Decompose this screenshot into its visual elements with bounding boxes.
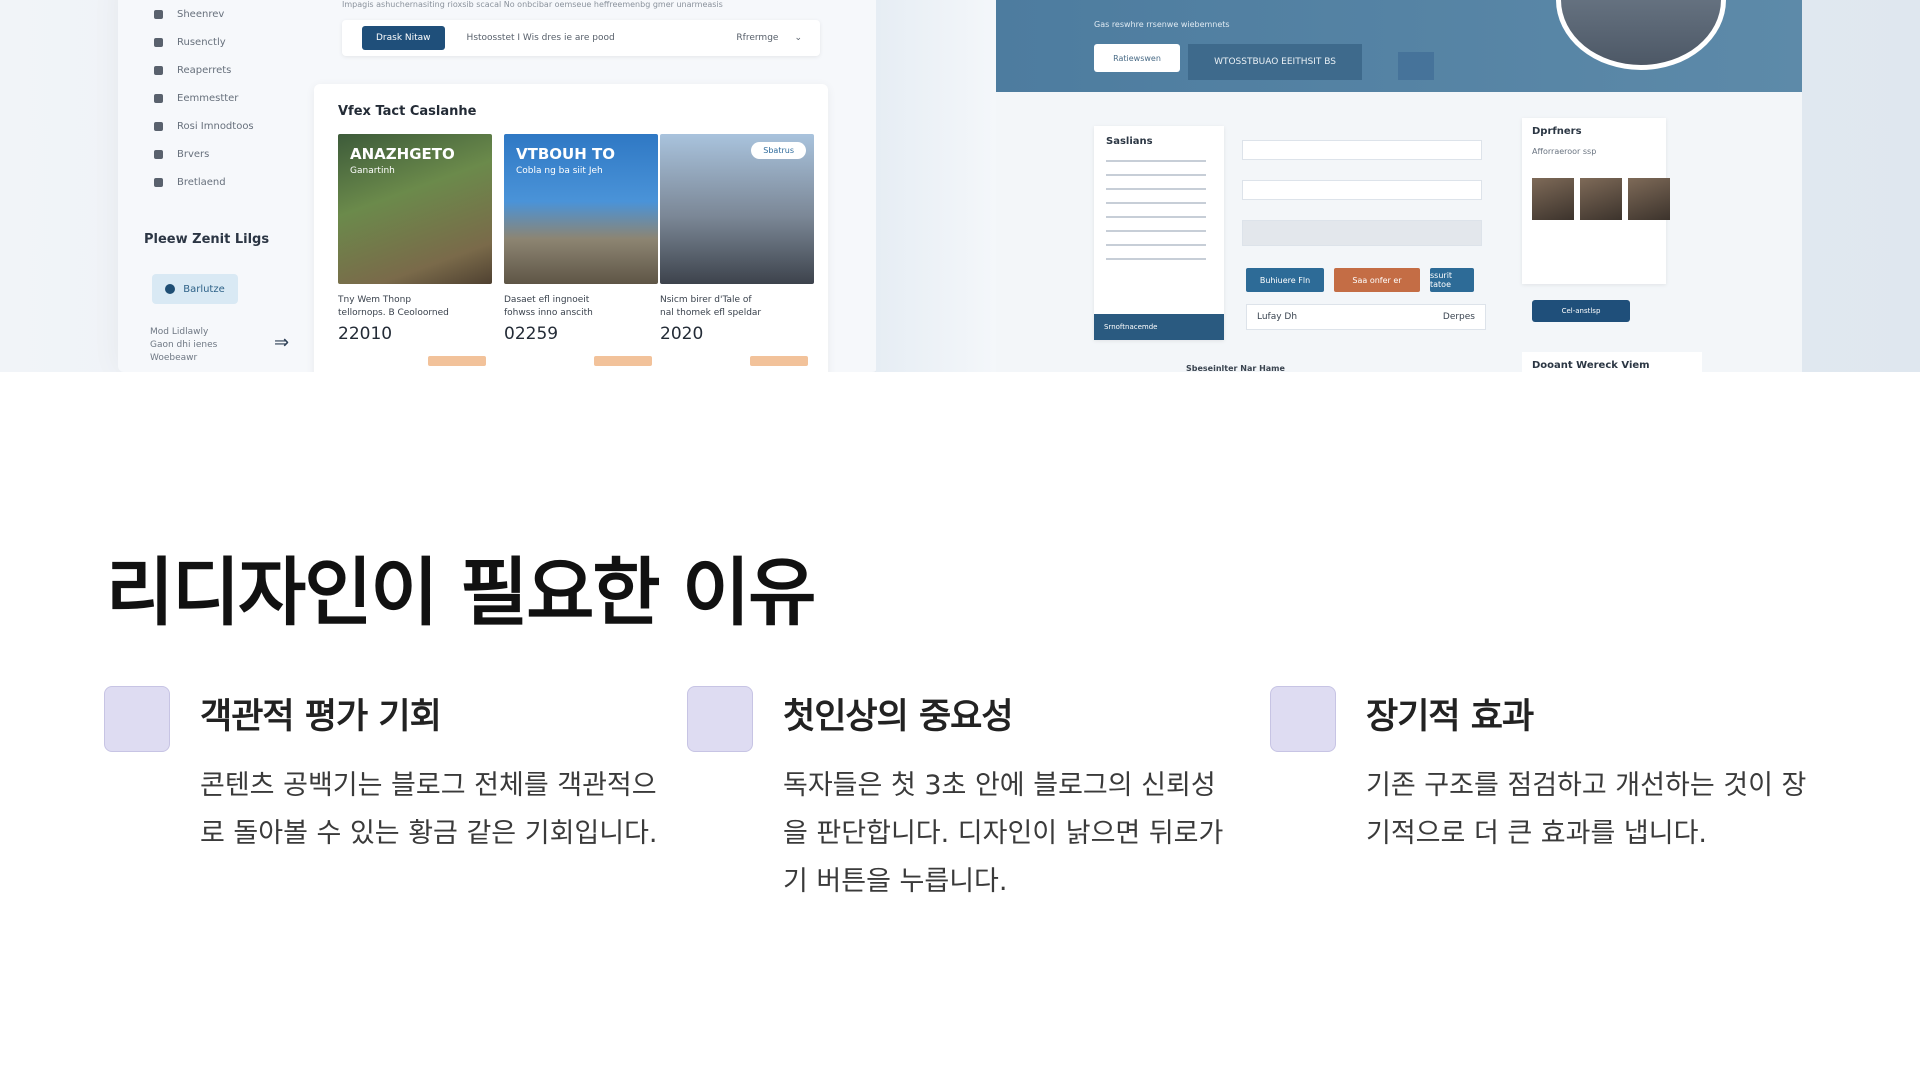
mockup-image-tag: Sbatrus: [751, 142, 806, 159]
mockup-nav-item: Sheenrev: [154, 0, 324, 28]
mockup-badge: [428, 356, 486, 366]
mockup-right-screen: Gas reswhre rrsenwe wiebemnets Ratiewswe…: [996, 0, 1802, 372]
mockup-header-button: Ratiewswen: [1094, 44, 1180, 72]
nav-item-icon: [154, 93, 163, 103]
reason-card-long-term: 장기적 효과 기존 구조를 점검하고 개선하는 것이 장기적으로 더 큰 효과를…: [1270, 686, 1830, 946]
forest-image: ANAZHGETO Ganartinh: [338, 134, 492, 284]
mockup-gallery-card: Sbatrus Nsicm birer d'Tale of nal thomek …: [660, 134, 814, 366]
mockup-badge: [750, 356, 808, 366]
nav-item-icon: [154, 149, 163, 159]
reason-body: 콘텐츠 공백기는 블로그 전체를 객관적으로 돌아볼 수 있는 황금 같은 기회…: [200, 770, 658, 849]
nav-item-icon: [154, 37, 163, 47]
mockup-form-buttons: Buhiuere Fln Saa onfer er ssurit tatoe: [1246, 268, 1484, 292]
mockup-form-row: Lufay Dh Derpes: [1246, 304, 1486, 330]
arrow-right-icon: ⇒: [274, 332, 290, 353]
reason-body: 독자들은 첫 3초 안에 블로그의 신뢰성을 판단합니다. 디자인이 낡으면 뒤…: [783, 770, 1224, 897]
hero-mockup-image: Impagis ashuchernasiting rioxsib scacal …: [0, 0, 1920, 372]
mockup-nav-item: Brvers: [154, 140, 324, 168]
mockup-header-square: [1398, 52, 1434, 80]
mockup-cta-button: Cel-anstlsp: [1532, 300, 1630, 322]
mockup-gallery-card: ANAZHGETO Ganartinh Tny Wem Thonp tellorno…: [338, 134, 492, 366]
mockup-nav-item: Reaperrets: [154, 56, 324, 84]
mockup-nav-item: Bretlaend: [154, 168, 324, 196]
mockup-header-field: WTOSSTBUAO EEITHSIT BS: [1188, 44, 1362, 80]
reason-body: 기존 구조를 점검하고 개선하는 것이 장기적으로 더 큰 효과를 냅니다.: [1366, 770, 1807, 849]
mockup-settings-panel: Saslians Srnoftnacemde: [1094, 126, 1224, 340]
mockup-settings-lines: [1106, 160, 1206, 260]
mockup-sidebar: Sheenrev Rusenctly Reaperrets Eemmestter…: [154, 0, 324, 196]
mockup-badge: [594, 356, 652, 366]
nav-item-icon: [154, 177, 163, 187]
nav-item-icon: [154, 65, 163, 75]
dot-icon: [165, 284, 176, 294]
mockup-search-bar: Drask Nitaw Hstoosstet I Wis dres ie are…: [342, 20, 820, 56]
reason-icon-placeholder: [1270, 686, 1336, 752]
mockup-left-screen: Impagis ashuchernasiting rioxsib scacal …: [118, 0, 878, 372]
mockup-strip-text: Impagis ashuchernasiting rioxsib scacal …: [342, 0, 723, 9]
mockup-form-field: [1242, 180, 1482, 200]
mockup-gallery: Vfex Tact Caslanhe ANAZHGETO Ganartinh Tn…: [314, 84, 828, 372]
mockup-thumbnails: [1532, 178, 1676, 220]
reason-title: 객관적 평가 기회: [200, 697, 442, 737]
mockup-footer-card: Dooant Wereck Viem: [1522, 352, 1702, 372]
mockup-sort-label: Rfrermge: [736, 33, 779, 43]
city-image: Sbatrus: [660, 134, 814, 284]
reason-icon-placeholder: [687, 686, 753, 752]
chevron-down-icon: ⌄: [794, 33, 802, 43]
mockup-pill: Barlutze: [152, 274, 238, 304]
mockup-partners-card: Dprfners Afforraeroor ssp: [1522, 118, 1670, 284]
reason-title: 장기적 효과: [1366, 697, 1534, 737]
mockup-meta: Mod Lidlawly Gaon dhi ienes Woebeawr: [150, 327, 218, 363]
reason-card-objective: 객관적 평가 기회 콘텐츠 공백기는 블로그 전체를 객관적으로 돌아볼 수 있…: [104, 686, 664, 946]
mockup-gallery-card: VTBOUH TO Cobla ng ba siit Jeh Dasaet efl…: [504, 134, 658, 366]
mockup-search-button: Drask Nitaw: [362, 26, 445, 50]
reason-icon-placeholder: [104, 686, 170, 752]
mockup-form-field: [1242, 140, 1482, 160]
reason-title: 첫인상의 중요성: [783, 697, 1014, 737]
mockup-section-label: Pleew Zenit Lilgs: [144, 232, 270, 247]
page-title: 리디자인이 필요한 이유: [106, 550, 816, 636]
nav-item-icon: [154, 121, 163, 131]
mockup-nav-item: Rosi Imnodtoos: [154, 112, 324, 140]
nav-item-icon: [154, 9, 163, 19]
bridge-image: VTBOUH TO Cobla ng ba siit Jeh: [504, 134, 658, 284]
mockup-nav-item: Rusenctly: [154, 28, 324, 56]
reason-card-first-impression: 첫인상의 중요성 독자들은 첫 3초 안에 블로그의 신뢰성을 판단합니다. 디…: [687, 686, 1247, 946]
mockup-gallery-title: Vfex Tact Caslanhe: [338, 104, 477, 119]
mockup-form: [1242, 140, 1482, 266]
mockup-form-field: [1242, 220, 1482, 246]
mockup-nav-item: Eemmestter: [154, 84, 324, 112]
mockup-fold: [876, 0, 996, 372]
mockup-search-text: Hstoosstet I Wis dres ie are pood: [466, 33, 615, 43]
